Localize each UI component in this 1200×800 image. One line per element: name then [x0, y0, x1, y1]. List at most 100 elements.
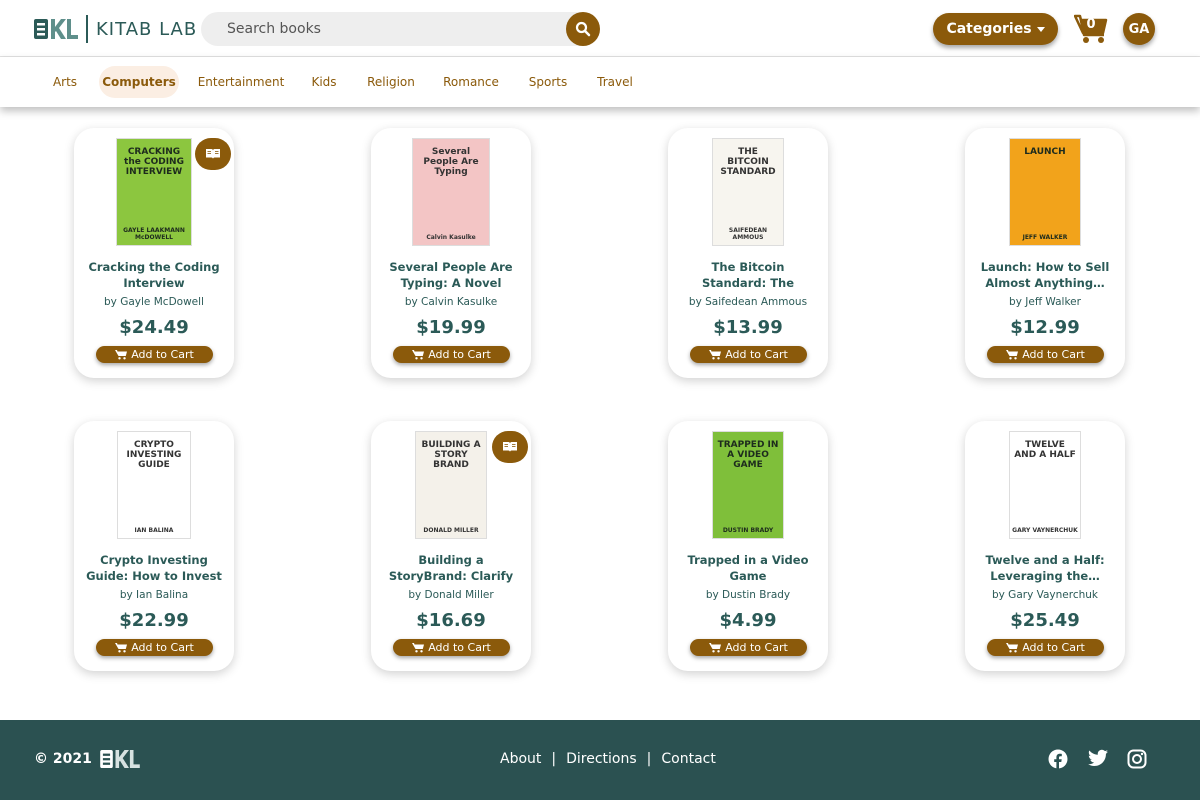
category-tab-arts[interactable]: Arts — [44, 66, 86, 98]
cover-title-text: BUILDING A STORY BRAND — [421, 440, 481, 470]
book-cover-image[interactable]: THE BITCOIN STANDARD SAIFEDEAN AMMOUS — [712, 138, 784, 246]
category-tab-sports[interactable]: Sports — [523, 66, 573, 98]
twitter-icon[interactable] — [1088, 749, 1108, 769]
book-cover-image[interactable]: LAUNCH JEFF WALKER — [1009, 138, 1081, 246]
book-title[interactable]: The Bitcoin Standard: The Decentralized… — [678, 259, 818, 291]
book-price: $12.99 — [1010, 317, 1080, 338]
category-tab-religion[interactable]: Religion — [362, 66, 420, 98]
add-to-cart-label: Add to Cart — [725, 641, 788, 654]
footer-link-contact[interactable]: Contact — [661, 751, 715, 767]
copyright-text: © 2021 — [34, 751, 92, 767]
footer-links: About | Directions | Contact — [500, 751, 716, 767]
categories-dropdown-button[interactable]: Categories — [933, 13, 1058, 45]
book-cover-image[interactable]: CRYPTO INVESTING GUIDE IAN BALINA — [117, 431, 191, 539]
cart-icon — [115, 643, 128, 653]
add-to-cart-label: Add to Cart — [725, 348, 788, 361]
book-title[interactable]: Cracking the Coding Interview — [84, 259, 224, 291]
link-separator: | — [551, 751, 557, 767]
user-avatar[interactable]: GA — [1123, 13, 1155, 45]
book-price: $25.49 — [1010, 610, 1080, 631]
book-title[interactable]: Several People Are Typing: A Novel — [381, 259, 521, 291]
add-to-cart-button[interactable]: Add to Cart — [96, 346, 213, 363]
category-tab-travel[interactable]: Travel — [593, 66, 637, 98]
facebook-icon[interactable] — [1048, 749, 1068, 769]
cover-author-text: DUSTIN BRADY — [722, 527, 774, 534]
add-to-cart-button[interactable]: Add to Cart — [690, 639, 807, 656]
cover-author-text: GAYLE LAAKMANN McDOWELL — [123, 227, 185, 241]
book-price: $22.99 — [119, 610, 189, 631]
book-price: $19.99 — [416, 317, 486, 338]
search-input[interactable] — [227, 19, 557, 39]
book-cover-image[interactable]: TRAPPED IN A VIDEO GAME DUSTIN BRADY — [712, 431, 784, 539]
book-card[interactable]: CRACKING the CODING INTERVIEW GAYLE LAAK… — [74, 128, 234, 378]
book-cover-image[interactable]: BUILDING A STORY BRAND DONALD MILLER — [415, 431, 487, 539]
footer: © 2021 About | Directions | Contact — [0, 720, 1200, 800]
book-cover-image[interactable]: TWELVE AND A HALF GARY VAYNERCHUK — [1009, 431, 1081, 539]
cart-icon — [115, 350, 128, 360]
add-to-cart-button[interactable]: Add to Cart — [987, 639, 1104, 656]
kl-logo-footer-icon — [100, 750, 140, 768]
add-to-cart-button[interactable]: Add to Cart — [96, 639, 213, 656]
add-to-cart-button[interactable]: Add to Cart — [987, 346, 1104, 363]
cover-title-text: CRYPTO INVESTING GUIDE — [126, 440, 182, 470]
search-bar — [201, 12, 600, 46]
book-price: $13.99 — [713, 317, 783, 338]
add-to-cart-button[interactable]: Add to Cart — [393, 346, 510, 363]
book-price: $24.49 — [119, 317, 189, 338]
footer-link-about[interactable]: About — [500, 751, 541, 767]
book-card[interactable]: TRAPPED IN A VIDEO GAME DUSTIN BRADY Tra… — [668, 421, 828, 671]
book-card[interactable]: CRYPTO INVESTING GUIDE IAN BALINA Crypto… — [74, 421, 234, 671]
footer-link-directions[interactable]: Directions — [566, 751, 637, 767]
book-price: $16.69 — [416, 610, 486, 631]
book-card[interactable]: Several People Are Typing Calvin Kasulke… — [371, 128, 531, 378]
book-card[interactable]: THE BITCOIN STANDARD SAIFEDEAN AMMOUS Th… — [668, 128, 828, 378]
cart-count-badge: 0 — [1086, 17, 1096, 32]
cart-button[interactable]: 0 — [1074, 13, 1108, 45]
book-card[interactable]: LAUNCH JEFF WALKER Launch: How to Sell A… — [965, 128, 1125, 378]
book-author: by Calvin Kasulke — [404, 296, 498, 308]
book-author: by Ian Balina — [119, 589, 189, 601]
book-card[interactable]: TWELVE AND A HALF GARY VAYNERCHUK Twelve… — [965, 421, 1125, 671]
book-author: by Jeff Walker — [1009, 296, 1081, 308]
add-to-cart-label: Add to Cart — [1022, 348, 1085, 361]
add-to-cart-button[interactable]: Add to Cart — [690, 346, 807, 363]
book-title[interactable]: Twelve and a Half: Leveraging the… — [975, 552, 1115, 584]
read-preview-badge[interactable] — [195, 138, 231, 170]
cover-author-text: Calvin Kasulke — [426, 234, 476, 241]
copyright: © 2021 — [34, 750, 142, 768]
book-price: $4.99 — [719, 610, 777, 631]
add-to-cart-button[interactable]: Add to Cart — [393, 639, 510, 656]
cover-author-text: JEFF WALKER — [1022, 234, 1068, 241]
cart-icon — [412, 643, 425, 653]
add-to-cart-label: Add to Cart — [428, 641, 491, 654]
book-title[interactable]: Trapped in a Video Game — [678, 552, 818, 584]
cart-icon — [1006, 643, 1019, 653]
category-tab-romance[interactable]: Romance — [440, 66, 502, 98]
caret-down-icon — [1036, 26, 1045, 32]
category-nav: Arts Computers Entertainment Kids Religi… — [0, 57, 1200, 107]
logo-text: KITAB LAB — [96, 18, 198, 40]
instagram-icon[interactable] — [1127, 749, 1147, 769]
book-author: by Gayle McDowell — [104, 296, 204, 308]
category-tab-computers[interactable]: Computers — [99, 66, 179, 98]
open-book-icon — [206, 149, 220, 159]
cart-icon — [412, 350, 425, 360]
logo[interactable]: KITAB LAB — [34, 14, 197, 44]
book-card[interactable]: BUILDING A STORY BRAND DONALD MILLER Bui… — [371, 421, 531, 671]
category-tab-entertainment[interactable]: Entertainment — [196, 66, 286, 98]
cover-author-text: DONALD MILLER — [423, 527, 479, 534]
category-tab-kids[interactable]: Kids — [305, 66, 343, 98]
read-preview-badge[interactable] — [492, 431, 528, 463]
add-to-cart-label: Add to Cart — [428, 348, 491, 361]
book-title[interactable]: Building a StoryBrand: Clarify Your Mess… — [381, 552, 521, 584]
book-title[interactable]: Launch: How to Sell Almost Anything… — [975, 259, 1115, 291]
book-title[interactable]: Crypto Investing Guide: How to Invest in… — [84, 552, 224, 584]
add-to-cart-label: Add to Cart — [1022, 641, 1085, 654]
book-cover-image[interactable]: Several People Are Typing Calvin Kasulke — [412, 138, 490, 246]
search-button[interactable] — [566, 12, 600, 46]
cover-title-text: CRACKING the CODING INTERVIEW — [124, 147, 184, 177]
book-author: by Saifedean Ammous — [688, 296, 808, 308]
cover-title-text: Several People Are Typing — [423, 147, 479, 177]
cover-title-text: THE BITCOIN STANDARD — [720, 147, 776, 177]
book-cover-image[interactable]: CRACKING the CODING INTERVIEW GAYLE LAAK… — [116, 138, 192, 246]
